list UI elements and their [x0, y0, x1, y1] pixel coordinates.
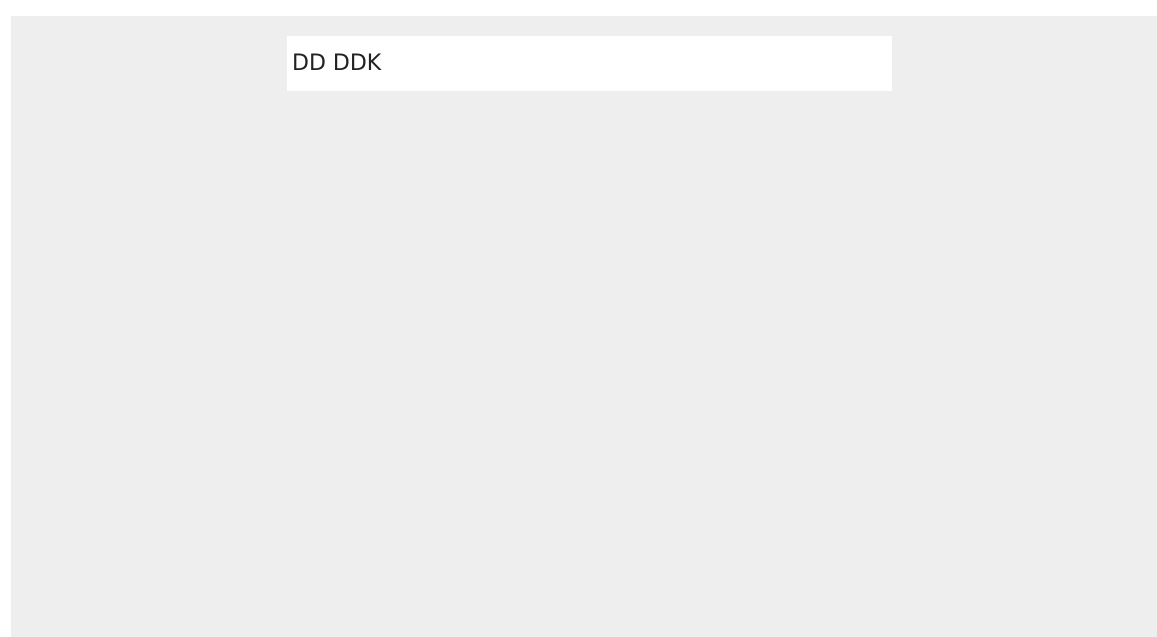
window-panel: DD DDK	[11, 16, 1157, 637]
text-field[interactable]: DD DDK	[287, 36, 892, 91]
